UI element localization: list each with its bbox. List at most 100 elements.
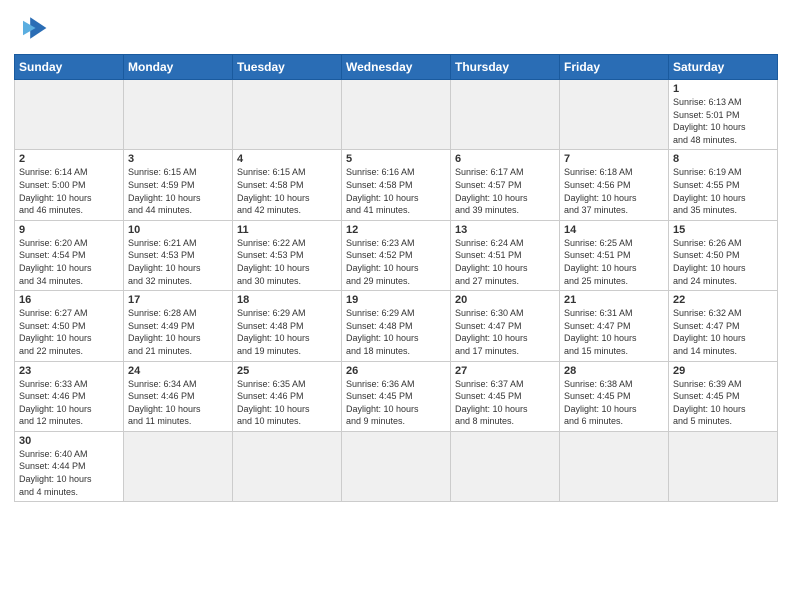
weekday-header-row: SundayMondayTuesdayWednesdayThursdayFrid… [15,55,778,80]
day-number: 6 [455,153,555,165]
day-info: Sunrise: 6:19 AM Sunset: 4:55 PM Dayligh… [673,166,773,216]
day-number: 10 [128,224,228,236]
calendar-cell: 18Sunrise: 6:29 AM Sunset: 4:48 PM Dayli… [233,291,342,361]
weekday-header-sunday: Sunday [15,55,124,80]
day-number: 12 [346,224,446,236]
page: SundayMondayTuesdayWednesdayThursdayFrid… [0,0,792,612]
day-info: Sunrise: 6:29 AM Sunset: 4:48 PM Dayligh… [346,307,446,357]
weekday-header-friday: Friday [560,55,669,80]
calendar-cell [451,431,560,501]
day-number: 5 [346,153,446,165]
calendar-table: SundayMondayTuesdayWednesdayThursdayFrid… [14,54,778,502]
day-info: Sunrise: 6:37 AM Sunset: 4:45 PM Dayligh… [455,378,555,428]
calendar-cell: 30Sunrise: 6:40 AM Sunset: 4:44 PM Dayli… [15,431,124,501]
day-info: Sunrise: 6:31 AM Sunset: 4:47 PM Dayligh… [564,307,664,357]
calendar-cell: 26Sunrise: 6:36 AM Sunset: 4:45 PM Dayli… [342,361,451,431]
day-info: Sunrise: 6:26 AM Sunset: 4:50 PM Dayligh… [673,237,773,287]
day-info: Sunrise: 6:29 AM Sunset: 4:48 PM Dayligh… [237,307,337,357]
calendar-cell: 6Sunrise: 6:17 AM Sunset: 4:57 PM Daylig… [451,150,560,220]
day-info: Sunrise: 6:38 AM Sunset: 4:45 PM Dayligh… [564,378,664,428]
day-number: 18 [237,294,337,306]
calendar-cell: 19Sunrise: 6:29 AM Sunset: 4:48 PM Dayli… [342,291,451,361]
calendar-cell: 16Sunrise: 6:27 AM Sunset: 4:50 PM Dayli… [15,291,124,361]
day-info: Sunrise: 6:25 AM Sunset: 4:51 PM Dayligh… [564,237,664,287]
calendar-cell: 3Sunrise: 6:15 AM Sunset: 4:59 PM Daylig… [124,150,233,220]
day-info: Sunrise: 6:17 AM Sunset: 4:57 PM Dayligh… [455,166,555,216]
day-number: 9 [19,224,119,236]
calendar-cell: 11Sunrise: 6:22 AM Sunset: 4:53 PM Dayli… [233,220,342,290]
day-info: Sunrise: 6:24 AM Sunset: 4:51 PM Dayligh… [455,237,555,287]
calendar-cell: 5Sunrise: 6:16 AM Sunset: 4:58 PM Daylig… [342,150,451,220]
day-number: 25 [237,365,337,377]
logo-area [14,10,54,46]
day-info: Sunrise: 6:28 AM Sunset: 4:49 PM Dayligh… [128,307,228,357]
day-info: Sunrise: 6:32 AM Sunset: 4:47 PM Dayligh… [673,307,773,357]
day-number: 8 [673,153,773,165]
calendar-cell: 21Sunrise: 6:31 AM Sunset: 4:47 PM Dayli… [560,291,669,361]
calendar-cell: 12Sunrise: 6:23 AM Sunset: 4:52 PM Dayli… [342,220,451,290]
calendar-week-row: 30Sunrise: 6:40 AM Sunset: 4:44 PM Dayli… [15,431,778,501]
calendar-cell [124,431,233,501]
calendar-cell [342,80,451,150]
calendar-cell [15,80,124,150]
calendar-week-row: 9Sunrise: 6:20 AM Sunset: 4:54 PM Daylig… [15,220,778,290]
day-info: Sunrise: 6:40 AM Sunset: 4:44 PM Dayligh… [19,448,119,498]
day-info: Sunrise: 6:21 AM Sunset: 4:53 PM Dayligh… [128,237,228,287]
day-number: 3 [128,153,228,165]
day-info: Sunrise: 6:36 AM Sunset: 4:45 PM Dayligh… [346,378,446,428]
day-info: Sunrise: 6:16 AM Sunset: 4:58 PM Dayligh… [346,166,446,216]
calendar-cell: 14Sunrise: 6:25 AM Sunset: 4:51 PM Dayli… [560,220,669,290]
header [14,10,778,46]
calendar-cell [560,80,669,150]
calendar-cell [342,431,451,501]
calendar-week-row: 23Sunrise: 6:33 AM Sunset: 4:46 PM Dayli… [15,361,778,431]
calendar-cell: 4Sunrise: 6:15 AM Sunset: 4:58 PM Daylig… [233,150,342,220]
day-number: 28 [564,365,664,377]
day-number: 27 [455,365,555,377]
day-number: 16 [19,294,119,306]
calendar-cell: 23Sunrise: 6:33 AM Sunset: 4:46 PM Dayli… [15,361,124,431]
day-number: 11 [237,224,337,236]
day-number: 26 [346,365,446,377]
calendar-cell: 13Sunrise: 6:24 AM Sunset: 4:51 PM Dayli… [451,220,560,290]
day-number: 15 [673,224,773,236]
day-info: Sunrise: 6:15 AM Sunset: 4:59 PM Dayligh… [128,166,228,216]
day-info: Sunrise: 6:18 AM Sunset: 4:56 PM Dayligh… [564,166,664,216]
day-info: Sunrise: 6:20 AM Sunset: 4:54 PM Dayligh… [19,237,119,287]
calendar-cell: 7Sunrise: 6:18 AM Sunset: 4:56 PM Daylig… [560,150,669,220]
day-info: Sunrise: 6:39 AM Sunset: 4:45 PM Dayligh… [673,378,773,428]
calendar-cell: 20Sunrise: 6:30 AM Sunset: 4:47 PM Dayli… [451,291,560,361]
weekday-header-tuesday: Tuesday [233,55,342,80]
day-info: Sunrise: 6:14 AM Sunset: 5:00 PM Dayligh… [19,166,119,216]
calendar-cell [451,80,560,150]
day-info: Sunrise: 6:34 AM Sunset: 4:46 PM Dayligh… [128,378,228,428]
calendar-cell: 28Sunrise: 6:38 AM Sunset: 4:45 PM Dayli… [560,361,669,431]
calendar-week-row: 1Sunrise: 6:13 AM Sunset: 5:01 PM Daylig… [15,80,778,150]
day-number: 29 [673,365,773,377]
day-number: 24 [128,365,228,377]
calendar-cell: 25Sunrise: 6:35 AM Sunset: 4:46 PM Dayli… [233,361,342,431]
day-number: 23 [19,365,119,377]
day-number: 20 [455,294,555,306]
day-number: 14 [564,224,664,236]
calendar-cell: 8Sunrise: 6:19 AM Sunset: 4:55 PM Daylig… [669,150,778,220]
weekday-header-saturday: Saturday [669,55,778,80]
calendar-cell: 15Sunrise: 6:26 AM Sunset: 4:50 PM Dayli… [669,220,778,290]
calendar-cell [233,431,342,501]
calendar-cell [124,80,233,150]
calendar-cell: 24Sunrise: 6:34 AM Sunset: 4:46 PM Dayli… [124,361,233,431]
day-info: Sunrise: 6:35 AM Sunset: 4:46 PM Dayligh… [237,378,337,428]
calendar-cell: 17Sunrise: 6:28 AM Sunset: 4:49 PM Dayli… [124,291,233,361]
calendar-cell [233,80,342,150]
weekday-header-wednesday: Wednesday [342,55,451,80]
day-info: Sunrise: 6:13 AM Sunset: 5:01 PM Dayligh… [673,96,773,146]
day-number: 22 [673,294,773,306]
calendar-cell: 9Sunrise: 6:20 AM Sunset: 4:54 PM Daylig… [15,220,124,290]
calendar-week-row: 16Sunrise: 6:27 AM Sunset: 4:50 PM Dayli… [15,291,778,361]
calendar-cell: 22Sunrise: 6:32 AM Sunset: 4:47 PM Dayli… [669,291,778,361]
calendar-cell [560,431,669,501]
calendar-cell: 1Sunrise: 6:13 AM Sunset: 5:01 PM Daylig… [669,80,778,150]
day-number: 19 [346,294,446,306]
calendar-cell [669,431,778,501]
day-info: Sunrise: 6:30 AM Sunset: 4:47 PM Dayligh… [455,307,555,357]
